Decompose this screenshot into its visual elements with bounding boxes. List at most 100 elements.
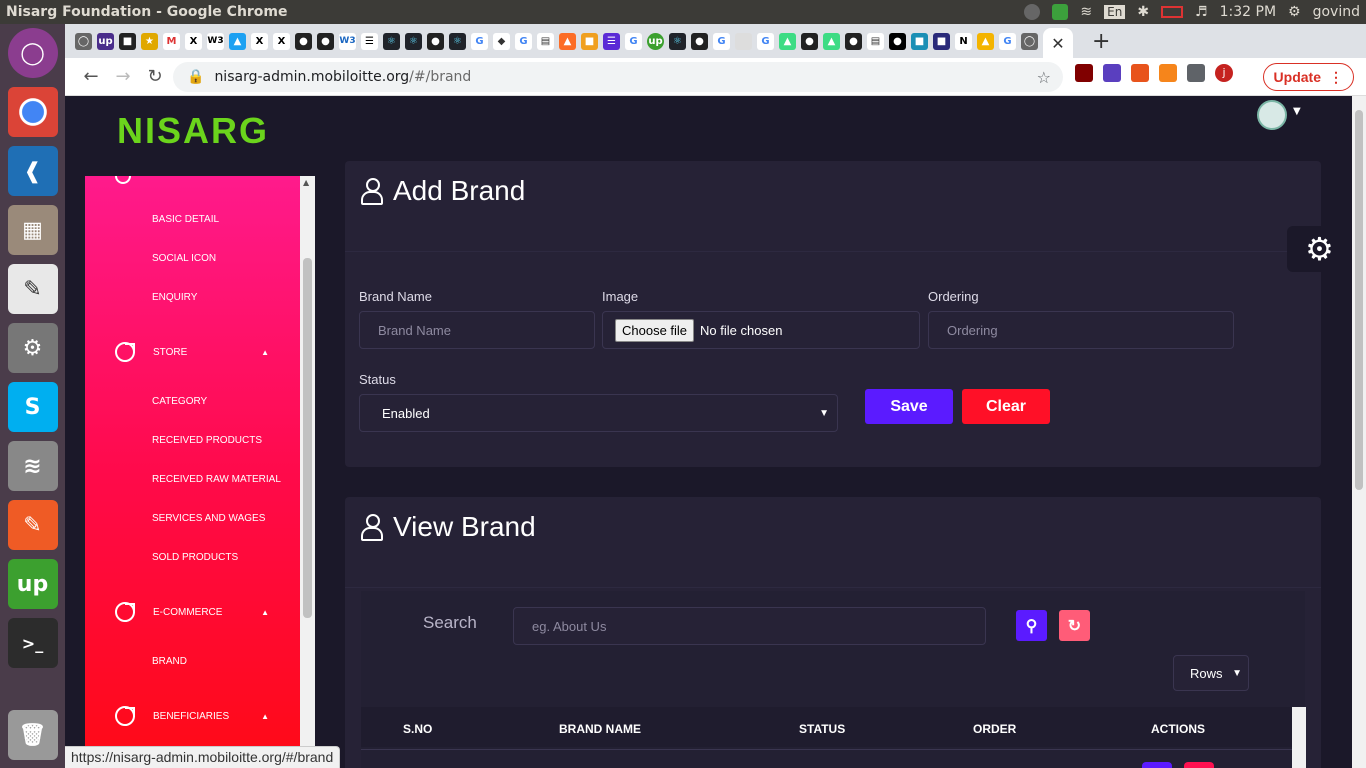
- sidebar-item-enquiry[interactable]: ENQUIRY: [152, 292, 197, 303]
- react-favicon-icon[interactable]: ⚛: [405, 32, 422, 50]
- clock[interactable]: 1:32 PM: [1220, 4, 1276, 20]
- react-favicon-icon[interactable]: ⚛: [669, 32, 686, 50]
- ordering-input[interactable]: Ordering: [928, 311, 1234, 349]
- text-editor-icon[interactable]: ✎: [7, 264, 58, 314]
- back-button[interactable]: ←: [77, 63, 105, 91]
- x-favicon-icon[interactable]: X: [273, 32, 290, 50]
- terminal-icon[interactable]: >_: [7, 618, 58, 668]
- tab-favicon-icon[interactable]: ▲: [229, 32, 246, 50]
- gear-icon[interactable]: ⚙: [1288, 4, 1301, 20]
- sidebar-section-beneficiaries[interactable]: BENEFICIARIES ▲: [115, 706, 275, 726]
- search-input[interactable]: eg. About Us: [513, 607, 986, 645]
- chevron-down-icon[interactable]: ▼: [819, 408, 829, 419]
- tab-favicon-icon[interactable]: ■: [933, 32, 950, 50]
- gitlab-favicon-icon[interactable]: ▲: [559, 32, 576, 50]
- profile-avatar[interactable]: j: [1215, 64, 1233, 82]
- chevron-down-icon[interactable]: ▼: [1293, 106, 1301, 117]
- tab-favicon-icon[interactable]: [735, 32, 752, 50]
- refresh-button[interactable]: ↻: [1059, 610, 1090, 641]
- extension-icon[interactable]: [1131, 64, 1149, 82]
- nisarg-logo[interactable]: NISARG: [117, 110, 269, 152]
- android-favicon-icon[interactable]: ▲: [779, 32, 796, 50]
- list-favicon-icon[interactable]: ☰: [603, 32, 620, 50]
- notion-favicon-icon[interactable]: N: [955, 32, 972, 50]
- google-favicon-icon[interactable]: G: [515, 32, 532, 50]
- volume-icon[interactable]: ♬: [1195, 4, 1208, 20]
- book-favicon-icon[interactable]: ▤: [537, 32, 554, 50]
- ubuntu-logo-icon[interactable]: ◯: [7, 28, 58, 78]
- skype-icon[interactable]: S: [7, 382, 58, 432]
- sidebar-item-category[interactable]: CATEGORY: [152, 396, 207, 407]
- github-favicon-icon[interactable]: ●: [845, 32, 862, 50]
- sidebar-item-services-and-wages[interactable]: SERVICES AND WAGES: [152, 513, 265, 524]
- sidebar-scrollbar[interactable]: ▲: [300, 176, 315, 768]
- postman-icon[interactable]: ✎: [7, 500, 58, 550]
- bookmark-star-icon[interactable]: ☆: [1037, 68, 1051, 87]
- rows-select[interactable]: Rows ▼: [1173, 655, 1249, 691]
- sidebar-item-brand[interactable]: BRAND: [152, 656, 187, 667]
- extension-icon[interactable]: [1103, 64, 1121, 82]
- sidebar-section-store[interactable]: STORE ▲: [115, 342, 275, 362]
- sidebar-item-received-products[interactable]: RECEIVED PRODUCTS: [152, 435, 262, 446]
- x-favicon-icon[interactable]: X: [185, 32, 202, 50]
- vscode-icon[interactable]: ❰: [7, 146, 58, 196]
- delete-action-button[interactable]: [1184, 762, 1214, 768]
- github-favicon-icon[interactable]: ●: [801, 32, 818, 50]
- image-file-input[interactable]: Choose file No file chosen: [602, 311, 920, 349]
- user-avatar[interactable]: [1257, 100, 1287, 130]
- settings-gear-icon[interactable]: ⚙: [1287, 226, 1352, 272]
- user-name[interactable]: govind: [1313, 4, 1360, 20]
- sidebar-item-basic-detail[interactable]: BASIC DETAIL: [152, 214, 219, 225]
- choose-file-button[interactable]: Choose file: [615, 318, 695, 342]
- upwork-icon[interactable]: up: [7, 559, 58, 609]
- chrome-icon[interactable]: [7, 87, 58, 137]
- w3-favicon-icon[interactable]: W3: [207, 32, 224, 50]
- battery-icon[interactable]: [1161, 6, 1184, 18]
- page-scrollbar-thumb[interactable]: [1355, 110, 1363, 490]
- update-button[interactable]: Update ⋮: [1262, 63, 1354, 91]
- google-favicon-icon[interactable]: G: [471, 32, 488, 50]
- chevron-up-icon[interactable]: ▲: [261, 712, 269, 721]
- keyboard-layout-indicator[interactable]: En: [1104, 5, 1126, 19]
- sidebar-item-sold-products[interactable]: SOLD PRODUCTS: [152, 552, 238, 563]
- new-tab-button[interactable]: +: [1092, 29, 1110, 54]
- forward-button[interactable]: →: [109, 63, 137, 91]
- sidebar-item-received-raw-material[interactable]: RECEIVED RAW MATERIAL: [152, 474, 281, 485]
- reload-button[interactable]: ↻: [141, 63, 169, 91]
- table-scrollbar[interactable]: [1292, 707, 1306, 768]
- react-favicon-icon[interactable]: ⚛: [383, 32, 400, 50]
- active-tab-close-icon[interactable]: ✕: [1043, 28, 1073, 58]
- puzzle-icon[interactable]: [1187, 64, 1205, 82]
- tab-favicon-icon[interactable]: ☰: [361, 32, 378, 50]
- save-button[interactable]: Save: [865, 389, 953, 424]
- wifi-icon[interactable]: ≋: [1080, 4, 1092, 20]
- lock-icon[interactable]: 🔒: [187, 69, 204, 85]
- ublock-extension-icon[interactable]: [1075, 64, 1093, 82]
- sidebar-scrollbar-thumb[interactable]: [303, 258, 312, 618]
- cube-favicon-icon[interactable]: ■: [911, 32, 928, 50]
- edit-action-button[interactable]: [1142, 762, 1172, 768]
- drive-favicon-icon[interactable]: ▲: [977, 32, 994, 50]
- upwork-favicon-icon[interactable]: up: [647, 32, 664, 50]
- scroll-up-icon[interactable]: ▲: [303, 178, 309, 187]
- book-favicon-icon[interactable]: ▤: [867, 32, 884, 50]
- google-favicon-icon[interactable]: G: [757, 32, 774, 50]
- react-favicon-icon[interactable]: ⚛: [449, 32, 466, 50]
- github-favicon-icon[interactable]: ●: [691, 32, 708, 50]
- tab-favicon-icon[interactable]: ■: [581, 32, 598, 50]
- clear-button[interactable]: Clear: [962, 389, 1050, 424]
- check-tray-icon[interactable]: [1052, 4, 1069, 20]
- brand-name-input[interactable]: Brand Name: [359, 311, 595, 349]
- kebab-menu-icon[interactable]: ⋮: [1329, 69, 1343, 86]
- chevron-down-icon[interactable]: ▼: [1232, 668, 1242, 679]
- tab-favicon-icon[interactable]: ★: [141, 32, 158, 50]
- sidebar-section-ecommerce[interactable]: E-COMMERCE ▲: [115, 602, 275, 622]
- tab-favicon-icon[interactable]: ◯: [1021, 32, 1038, 50]
- chevron-up-icon[interactable]: ▲: [261, 348, 269, 357]
- tab-favicon-icon[interactable]: ◯: [75, 32, 92, 50]
- network-icon[interactable]: ≋: [7, 441, 58, 491]
- status-select[interactable]: Enabled ▼: [359, 394, 838, 432]
- tab-favicon-icon[interactable]: up: [97, 32, 114, 50]
- settings-icon[interactable]: ⚙: [7, 323, 58, 373]
- google-favicon-icon[interactable]: G: [713, 32, 730, 50]
